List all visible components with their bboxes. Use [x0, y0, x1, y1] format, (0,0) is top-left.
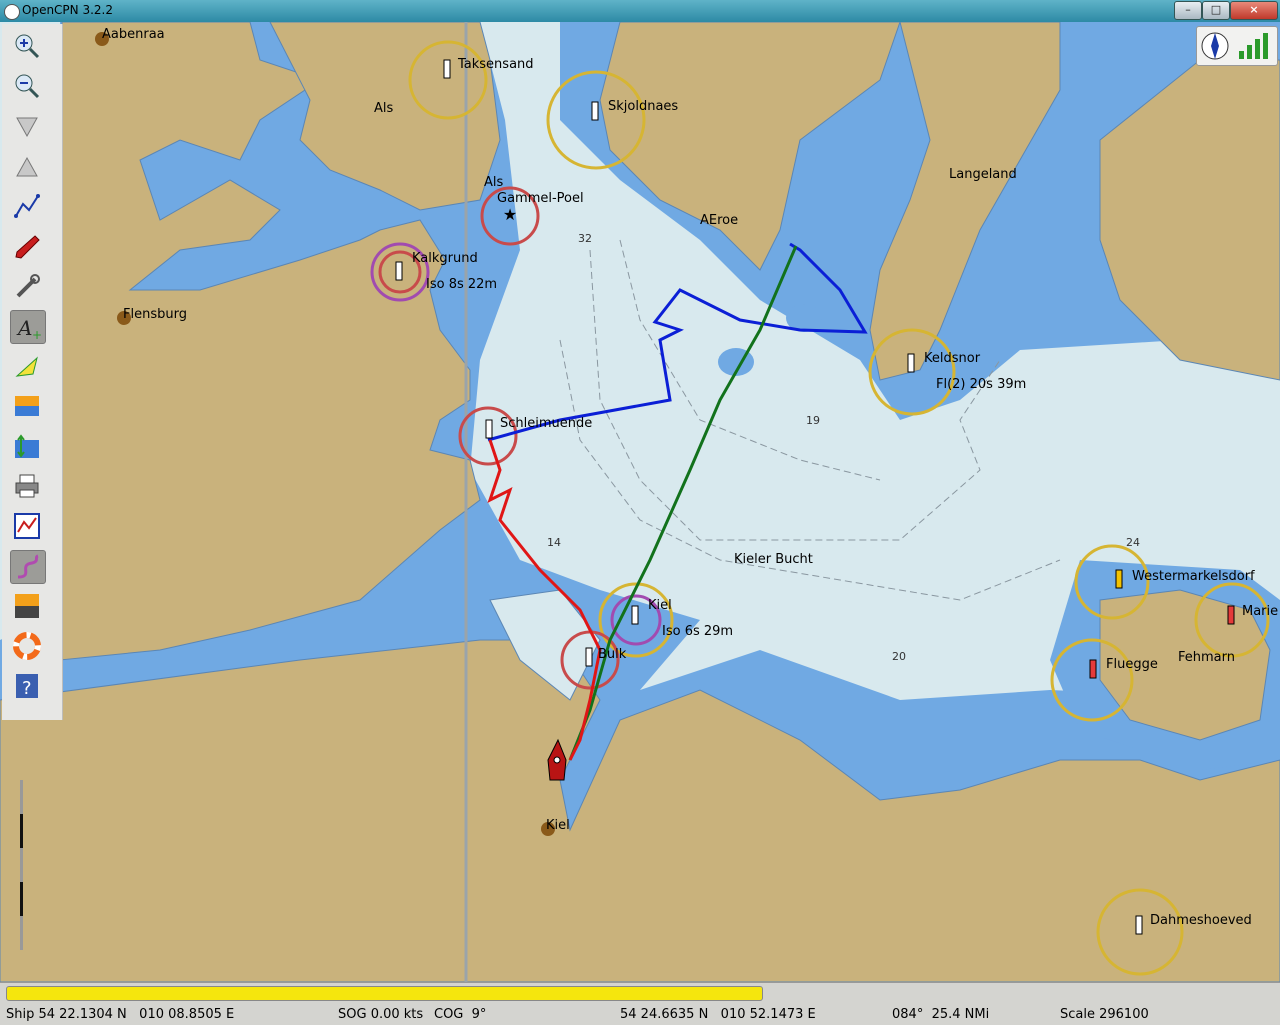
place-label: Flensburg [123, 307, 187, 322]
chart-scale-bar [20, 780, 23, 950]
route-manager-icon[interactable] [10, 510, 44, 542]
place-label: Iso 8s 22m [426, 277, 497, 292]
place-label: Marie [1242, 604, 1278, 619]
depth-label: 20 [892, 650, 906, 663]
place-label: Fluegge [1106, 657, 1158, 672]
depth-label: 24 [1126, 536, 1140, 549]
print-icon[interactable] [10, 470, 44, 502]
place-label: Taksensand [457, 57, 534, 72]
tide-station-icon[interactable] [10, 430, 44, 462]
depth-label: 19 [806, 414, 820, 427]
settings-icon[interactable] [10, 270, 44, 302]
window-title: OpenCPN 3.2.2 [22, 3, 113, 17]
svg-text:A: A [16, 316, 32, 340]
title-bar: OpenCPN 3.2.2 – □ × [0, 0, 1280, 22]
place-label: Als [484, 175, 504, 190]
zoom-in-icon[interactable] [10, 30, 44, 62]
depth-label: 14 [547, 536, 561, 549]
place-label: Langeland [949, 167, 1017, 182]
maximize-button[interactable]: □ [1202, 1, 1230, 20]
place-label: Skjoldnaes [608, 99, 678, 114]
current-icon[interactable] [10, 350, 44, 382]
chart-load-progress-bar [6, 986, 763, 1001]
zoom-out-icon[interactable] [10, 70, 44, 102]
close-button[interactable]: × [1230, 1, 1278, 20]
follow-ship-icon[interactable] [10, 230, 44, 262]
place-label: Fl(2) 20s 39m [936, 377, 1026, 392]
place-label: Gammel-Poel [497, 191, 584, 206]
tide-icon[interactable] [10, 390, 44, 422]
chart-canvas[interactable]: ★ Aabenraa Taksensand Als Skjoldnaes Als… [0, 22, 1280, 982]
chart-scale: Scale 296100 [1060, 1007, 1149, 1022]
scale-in-icon[interactable] [10, 110, 44, 142]
ship-position: Ship 54 22.1304 N 010 08.8505 E [6, 1007, 235, 1022]
place-label: Keldsnor [924, 351, 981, 366]
route-icon[interactable] [10, 190, 44, 222]
depth-label: 32 [578, 232, 592, 245]
scale-out-icon[interactable] [10, 150, 44, 182]
gammel-poel-star-icon: ★ [503, 205, 517, 224]
cursor-position: 54 24.6635 N 010 52.1473 E [620, 1007, 816, 1022]
help-icon[interactable]: ? [10, 670, 44, 702]
text-icon[interactable]: A + [10, 310, 46, 344]
place-label: Kiel [648, 598, 672, 613]
opencpn-app-icon [4, 4, 20, 20]
track-icon[interactable] [10, 550, 46, 584]
place-label: Als [374, 101, 394, 116]
minimize-button[interactable]: – [1174, 1, 1202, 20]
mob-icon[interactable] [10, 630, 44, 662]
place-label: Iso 6s 29m [662, 624, 733, 639]
place-label: Westermarkelsdorf [1132, 569, 1255, 584]
place-label: Kiel [546, 818, 570, 833]
place-label: Kieler Bucht [734, 552, 813, 567]
course-over-ground: COG 9° [434, 1007, 487, 1022]
status-bar: Ship 54 22.1304 N 010 08.8505 E SOG 0.00… [0, 982, 1280, 1025]
place-label: Kalkgrund [412, 251, 478, 266]
place-label: Dahmeshoeved [1150, 913, 1252, 928]
place-label: Bulk [598, 647, 627, 662]
place-label: Schleimuende [500, 416, 592, 431]
place-label: AEroe [700, 213, 738, 228]
speed-over-ground: SOG 0.00 kts [338, 1007, 424, 1022]
svg-text:?: ? [22, 678, 32, 699]
svg-text:+: + [32, 328, 42, 341]
chart-svg[interactable]: ★ Aabenraa Taksensand Als Skjoldnaes Als… [0, 22, 1280, 982]
compass-widget[interactable] [1196, 26, 1278, 66]
place-label: Aabenraa [102, 27, 165, 42]
place-label: Fehmarn [1178, 650, 1235, 665]
color-scheme-icon[interactable] [10, 590, 44, 622]
main-toolbar: A + ? [2, 24, 63, 720]
cursor-bearing-distance: 084° 25.4 NMi [892, 1007, 990, 1022]
compass-icon [1201, 32, 1268, 60]
